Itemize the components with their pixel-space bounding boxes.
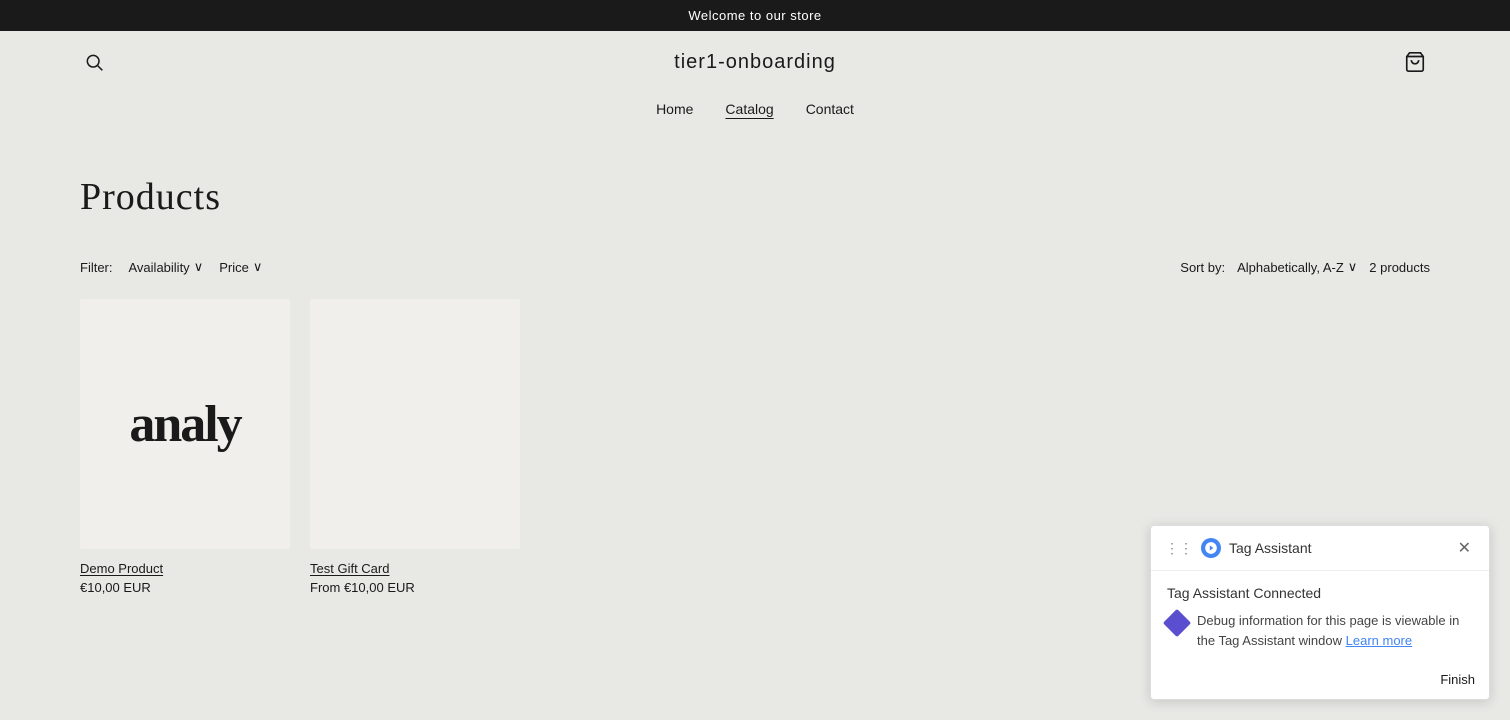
sort-label: Sort by: xyxy=(1180,260,1225,275)
nav-catalog[interactable]: Catalog xyxy=(725,101,773,119)
product-name-giftcard[interactable]: Test Gift Card xyxy=(310,561,520,576)
tag-assistant-connected-label: Tag Assistant Connected xyxy=(1167,585,1473,601)
product-image-giftcard xyxy=(310,299,520,549)
tag-assistant-info: Debug information for this page is viewa… xyxy=(1167,611,1473,650)
header: tier1-onboarding xyxy=(0,31,1510,93)
tag-assistant-body: Tag Assistant Connected Debug informatio… xyxy=(1151,571,1489,664)
sort-value: Alphabetically, A-Z xyxy=(1237,260,1344,275)
cart-icon xyxy=(1404,51,1426,73)
product-image-demo: analy xyxy=(80,299,290,549)
product-price-demo: €10,00 EUR xyxy=(80,580,290,595)
search-button[interactable] xyxy=(80,48,108,76)
sort-button[interactable]: Alphabetically, A-Z ∨ xyxy=(1237,259,1357,275)
availability-filter-label: Availability xyxy=(129,260,190,275)
filter-label: Filter: xyxy=(80,260,113,275)
announcement-bar: Welcome to our store xyxy=(0,0,1510,31)
price-filter-button[interactable]: Price ∨ xyxy=(219,259,262,275)
product-card-giftcard[interactable]: Test Gift Card From €10,00 EUR xyxy=(310,299,520,595)
tag-assistant-description: Debug information for this page is viewa… xyxy=(1197,613,1459,648)
main-nav: Home Catalog Contact xyxy=(0,93,1510,135)
tag-assistant-info-text: Debug information for this page is viewa… xyxy=(1197,611,1473,650)
page-title: Products xyxy=(80,175,1430,219)
learn-more-link[interactable]: Learn more xyxy=(1346,633,1412,648)
products-count: 2 products xyxy=(1369,260,1430,275)
close-icon: ✕ xyxy=(1458,540,1471,557)
nav-contact[interactable]: Contact xyxy=(806,101,854,119)
price-filter-label: Price xyxy=(219,260,249,275)
tag-assistant-panel: ⋮⋮ Tag Assistant ✕ Tag Assistant Connect… xyxy=(1150,525,1490,700)
tag-assistant-title-row: ⋮⋮ Tag Assistant xyxy=(1165,538,1312,558)
store-name[interactable]: tier1-onboarding xyxy=(674,51,836,74)
product-card-demo[interactable]: analy Demo Product €10,00 EUR xyxy=(80,299,290,595)
finish-button[interactable]: Finish xyxy=(1440,672,1475,687)
tag-assistant-logo-icon xyxy=(1201,538,1221,558)
filter-bar: Filter: Availability ∨ Price ∨ Sort by: … xyxy=(80,259,1430,275)
availability-filter-button[interactable]: Availability ∨ xyxy=(129,259,204,275)
availability-chevron-icon: ∨ xyxy=(194,259,204,275)
announcement-text: Welcome to our store xyxy=(688,8,821,23)
price-chevron-icon: ∨ xyxy=(253,259,263,275)
tag-assistant-title-text: Tag Assistant xyxy=(1229,540,1312,556)
tag-assistant-close-button[interactable]: ✕ xyxy=(1454,536,1475,560)
tag-assistant-footer: Finish xyxy=(1151,664,1489,699)
header-right xyxy=(1400,47,1430,77)
tag-diamond-icon xyxy=(1163,609,1191,637)
filter-left: Filter: Availability ∨ Price ∨ xyxy=(80,259,262,275)
cart-button[interactable] xyxy=(1400,47,1430,77)
drag-handle-icon[interactable]: ⋮⋮ xyxy=(1165,540,1193,557)
header-left xyxy=(80,48,108,76)
product-price-giftcard: From €10,00 EUR xyxy=(310,580,520,595)
tag-assistant-header: ⋮⋮ Tag Assistant ✕ xyxy=(1151,526,1489,571)
filter-right: Sort by: Alphabetically, A-Z ∨ 2 product… xyxy=(1180,259,1430,275)
product-image-empty-giftcard xyxy=(310,299,520,549)
nav-home[interactable]: Home xyxy=(656,101,693,119)
sort-chevron-icon: ∨ xyxy=(1348,259,1358,275)
search-icon xyxy=(84,52,104,72)
product-name-demo[interactable]: Demo Product xyxy=(80,561,290,576)
product-image-text-demo: analy xyxy=(129,395,240,454)
